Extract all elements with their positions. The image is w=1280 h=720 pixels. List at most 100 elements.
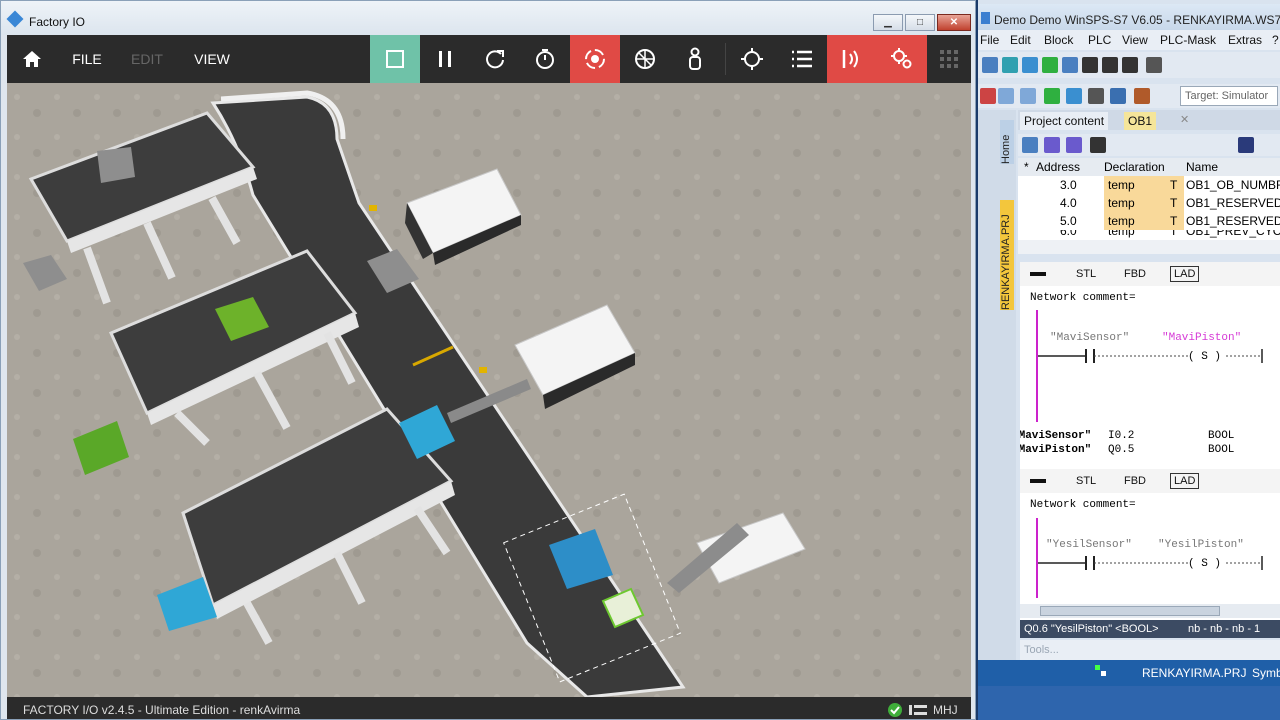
power-rail (1036, 310, 1038, 422)
symbol-name: "MaviSensor" (1020, 430, 1092, 442)
side-tab-project[interactable]: RENKAYIRMA.PRJ (1000, 200, 1014, 310)
decl-name: OB1_RESERVED_ (1186, 196, 1280, 210)
io-icon[interactable] (1134, 88, 1150, 104)
lang-fbd[interactable]: FBD (1124, 268, 1146, 280)
winsps-status-bar: Q0.6 "YesilPiston" <BOOL> nb - nb - nb -… (1020, 620, 1280, 638)
target-selector[interactable]: Target: Simulator (1180, 86, 1278, 106)
table-row[interactable]: 3.0 temp T OB1_OB_NUMBR (1018, 176, 1280, 194)
menu-help[interactable]: ? (1272, 33, 1279, 47)
factory-io-window: Factory IO ▁ □ ✕ FILE EDIT VIEW FACTORY … (0, 0, 976, 720)
minimize-button[interactable]: ▁ (873, 14, 903, 31)
declaration-table: * Address Declaration Name 3.0 temp T OB… (1018, 158, 1280, 254)
monitor-icon[interactable] (1088, 88, 1104, 104)
home-button[interactable] (7, 35, 57, 83)
block-help-icon[interactable] (1238, 137, 1254, 153)
camera-person-button[interactable] (670, 35, 720, 83)
list-button[interactable] (777, 35, 827, 83)
grey-box-1 (97, 147, 135, 183)
view-menu[interactable]: VIEW (177, 35, 247, 83)
step-icon[interactable] (1066, 88, 1082, 104)
reset-button[interactable] (470, 35, 520, 83)
timer-button[interactable] (520, 35, 570, 83)
insert-icon[interactable] (1110, 88, 1126, 104)
tools-bar: Tools... (1020, 640, 1280, 660)
print-icon[interactable] (1146, 57, 1162, 73)
ladder-rung-1 (1038, 349, 1263, 363)
factory-io-titlebar[interactable]: Factory IO ▁ □ ✕ (1, 1, 975, 35)
stop-button[interactable] (370, 35, 420, 83)
camera-fly-button[interactable] (620, 35, 670, 83)
close-button[interactable]: ✕ (937, 14, 971, 31)
csv-icon[interactable] (1044, 137, 1060, 153)
lang-stl[interactable]: STL (1076, 268, 1096, 280)
sensor-view-button[interactable] (827, 35, 877, 83)
scrollbar-thumb[interactable] (1040, 606, 1220, 616)
lang-lad[interactable]: LAD (1170, 473, 1200, 489)
transfer-icon[interactable] (1022, 57, 1038, 73)
camera-fly-icon (635, 49, 655, 69)
pause-button[interactable] (420, 35, 470, 83)
load-icon[interactable] (1002, 57, 1018, 73)
decl-header-address: Address (1036, 160, 1081, 174)
lang-stl[interactable]: STL (1076, 475, 1096, 487)
status-position: nb - nb - nb - 1 (1188, 623, 1261, 635)
menu-plc-mask[interactable]: PLC-Mask (1160, 33, 1216, 47)
coil-label: "YesilPiston" (1158, 539, 1244, 551)
block-save-icon[interactable] (1022, 137, 1038, 153)
menu-edit[interactable]: Edit (1010, 33, 1031, 47)
factory-3d-viewport[interactable] (7, 83, 971, 697)
table-row[interactable]: 6.0 temp T OB1_PREV_CYCLE (1018, 230, 1280, 240)
check-icon (888, 703, 902, 717)
menu-file[interactable]: File (980, 33, 999, 47)
block-find-icon[interactable] (1090, 137, 1106, 153)
ladder-editor[interactable]: STL FBD LAD Network comment= "MaviSensor… (1020, 262, 1280, 620)
find-next-icon[interactable] (1102, 57, 1118, 73)
close-block-icon[interactable] (980, 88, 996, 104)
target-button[interactable] (727, 35, 777, 83)
decl-address: 6.0 (1060, 230, 1077, 238)
lang-fbd[interactable]: FBD (1124, 475, 1146, 487)
table-row[interactable]: 4.0 temp T OB1_RESERVED_ (1018, 194, 1280, 212)
run-icon[interactable] (1044, 88, 1060, 104)
sym-table-icon[interactable] (1020, 88, 1036, 104)
sym-icon[interactable] (998, 88, 1014, 104)
csv-export-icon[interactable] (1066, 137, 1082, 153)
menu-extras[interactable]: Extras (1228, 33, 1262, 47)
reset-icon (486, 50, 504, 69)
sensor-2 (479, 367, 487, 373)
maximize-button[interactable]: □ (905, 14, 935, 31)
save-icon[interactable] (1062, 57, 1078, 73)
decl-type: T (1170, 178, 1178, 192)
side-tab-home[interactable]: Home (1000, 120, 1014, 164)
menu-block[interactable]: Block (1044, 33, 1073, 47)
lang-lad[interactable]: LAD (1170, 266, 1200, 282)
network-collapse-icon[interactable] (1030, 272, 1046, 276)
replace-icon[interactable] (1122, 57, 1138, 73)
camera-orbit-button[interactable] (570, 35, 620, 83)
winsps-toolbar-2: Target: Simulator (978, 84, 1280, 108)
menu-plc[interactable]: PLC (1088, 33, 1111, 47)
plc-icon[interactable] (1042, 57, 1058, 73)
symbol-type: BOOL (1208, 430, 1235, 442)
plc-status-icon (1095, 665, 1106, 676)
edit-menu[interactable]: EDIT (117, 35, 177, 83)
open-icon[interactable] (982, 57, 998, 73)
grid-button[interactable] (927, 35, 971, 83)
editor-scrollbar[interactable] (1020, 604, 1280, 618)
block-toolbar (1018, 134, 1280, 156)
decl-scrollbar[interactable] (1018, 240, 1280, 254)
drivers-button[interactable] (877, 35, 927, 83)
tools-label[interactable]: Tools... (1024, 644, 1059, 656)
set-coil: ( S ) (1188, 351, 1222, 363)
table-row[interactable]: 5.0 temp T OB1_RESERVED_ (1018, 212, 1280, 230)
find-icon[interactable] (1082, 57, 1098, 73)
tab-project-content[interactable]: Project content (1020, 112, 1109, 130)
winsps-titlebar[interactable]: Demo Demo WinSPS-S7 V6.05 - RENKAYIRMA.W… (978, 4, 1280, 30)
tab-ob1[interactable]: OB1 (1124, 112, 1157, 130)
network-collapse-icon[interactable] (1030, 479, 1046, 483)
bottom-symbol-label: Symbo (1252, 666, 1280, 680)
symbol-address: I0.2 (1108, 430, 1135, 442)
file-menu[interactable]: FILE (57, 35, 117, 83)
close-tab-icon[interactable]: ✕ (1180, 113, 1189, 126)
menu-view[interactable]: View (1122, 33, 1148, 47)
